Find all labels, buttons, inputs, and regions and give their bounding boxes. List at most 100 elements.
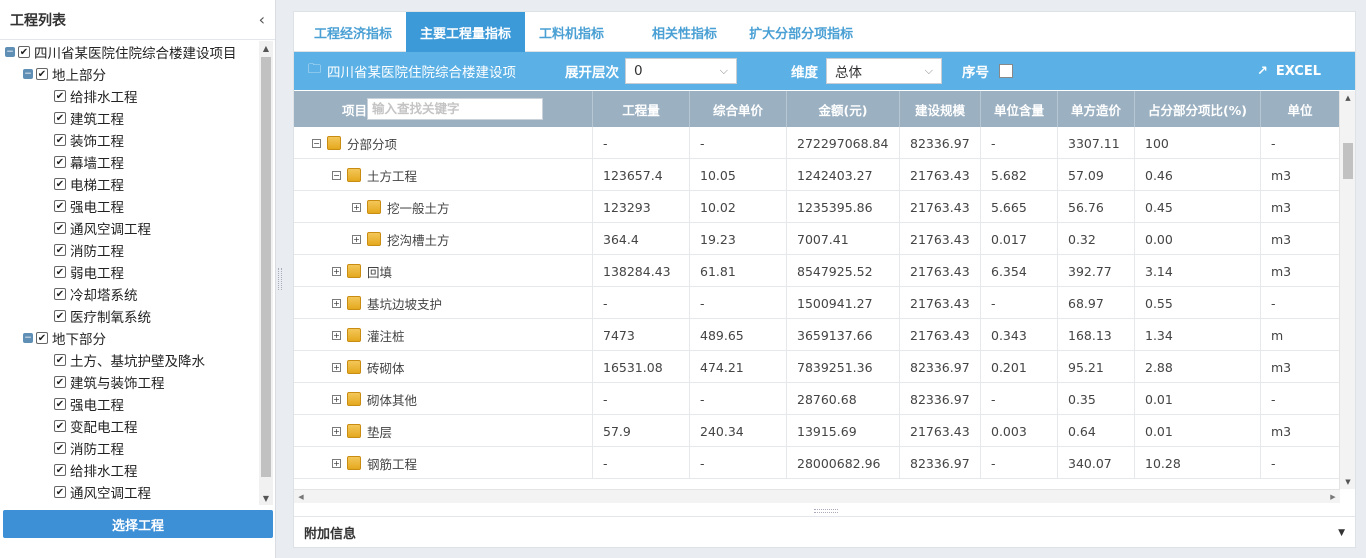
table-row[interactable]: + 垫层 57.9 240.34 13915.69 21763.43 0.003 0.64 0.…	[294, 415, 1340, 447]
column-header[interactable]: 单位	[1261, 91, 1340, 127]
scroll-right-icon[interactable]: ▶	[1326, 490, 1340, 504]
scroll-up-icon[interactable]: ▲	[1340, 91, 1356, 105]
tree-node-checkbox[interactable]: ✔	[54, 200, 66, 212]
expand-row-icon[interactable]: +	[332, 394, 341, 404]
dimension-select[interactable]: 总体 ⌵	[826, 58, 943, 84]
pane-splitter-handle[interactable]	[814, 509, 838, 513]
column-header[interactable]: 单位含量	[981, 91, 1058, 127]
tree-node-checkbox[interactable]: ✔	[36, 68, 48, 80]
expand-row-icon[interactable]: +	[332, 362, 341, 372]
tree-node[interactable]: ✔ 给排水工程	[0, 85, 260, 107]
tree-node[interactable]: ✔ 建筑工程	[0, 107, 260, 129]
scroll-down-icon[interactable]: ▼	[259, 491, 273, 505]
table-row[interactable]: − 分部分项 - -272297068.84 82336.97-3307.11 100-	[294, 127, 1340, 159]
grid-search-input[interactable]	[367, 98, 543, 120]
tree-node[interactable]: ✔ 医疗制氧系统	[0, 305, 260, 327]
collapse-node-icon[interactable]: −	[23, 333, 33, 343]
table-row[interactable]: + 钢筋工程 - -28000682.96 82336.97-340.07 10.28-	[294, 447, 1340, 479]
panel-resize-handle[interactable]	[278, 268, 282, 290]
expand-level-select[interactable]: 0 ⌵	[625, 58, 738, 84]
tree-node-checkbox[interactable]: ✔	[54, 310, 66, 322]
tree-node-checkbox[interactable]: ✔	[54, 354, 66, 366]
scroll-left-icon[interactable]: ◀	[294, 490, 308, 504]
expand-row-icon[interactable]: +	[352, 234, 361, 244]
expand-row-icon[interactable]: +	[332, 458, 341, 468]
tree-node-checkbox[interactable]: ✔	[54, 398, 66, 410]
additional-info-bar[interactable]: 附加信息 ▼	[294, 516, 1355, 548]
tree-node[interactable]: ✔ 装饰工程	[0, 129, 260, 151]
tree-node[interactable]: ✔ 电梯工程	[0, 173, 260, 195]
tree-node[interactable]: − ✔ 地下部分	[0, 327, 260, 349]
tab-3[interactable]: 相关性指标	[638, 12, 735, 52]
collapse-row-icon[interactable]: −	[312, 138, 321, 148]
tab-4[interactable]: 扩大分部分项指标	[735, 12, 867, 52]
tree-node[interactable]: ✔ 强电工程	[0, 393, 260, 415]
export-excel-button[interactable]: ↗ EXCEL	[1257, 52, 1321, 90]
table-row[interactable]: + 砌体其他 - -28760.68 82336.97-0.35 0.01-	[294, 383, 1340, 415]
tree-node-checkbox[interactable]: ✔	[54, 90, 66, 102]
tree-node[interactable]: ✔ 通风空调工程	[0, 481, 260, 503]
scroll-down-icon[interactable]: ▼	[1340, 475, 1356, 489]
tree-node-checkbox[interactable]: ✔	[54, 244, 66, 256]
tree-node[interactable]: ✔ 变配电工程	[0, 415, 260, 437]
collapse-node-icon[interactable]: −	[5, 47, 15, 57]
tree-node-checkbox[interactable]: ✔	[54, 112, 66, 124]
tree-node-checkbox[interactable]: ✔	[54, 420, 66, 432]
tree-node[interactable]: ✔ 建筑与装饰工程	[0, 371, 260, 393]
grid-vertical-scrollbar[interactable]: ▲ ▼	[1339, 91, 1355, 489]
expand-row-icon[interactable]: +	[332, 330, 341, 340]
expand-row-icon[interactable]: +	[332, 266, 341, 276]
tree-node[interactable]: ✔ 强电工程	[0, 195, 260, 217]
grid-horizontal-scrollbar[interactable]: ◀ ▶	[294, 489, 1340, 503]
collapse-row-icon[interactable]: −	[332, 170, 341, 180]
tree-node[interactable]: − ✔ 地上部分	[0, 63, 260, 85]
scroll-up-icon[interactable]: ▲	[259, 41, 273, 55]
column-header[interactable]: 金额(元)	[787, 91, 900, 127]
tree-node[interactable]: ✔ 幕墙工程	[0, 151, 260, 173]
tab-0[interactable]: 工程经济指标	[300, 12, 406, 52]
tab-2[interactable]: 工料机指标	[525, 12, 638, 52]
serial-checkbox[interactable]	[999, 64, 1014, 78]
caret-down-icon[interactable]: ▼	[1338, 528, 1345, 538]
tree-node-checkbox[interactable]: ✔	[54, 464, 66, 476]
table-row[interactable]: + 基坑边坡支护 - -1500941.27 21763.43-68.97 0.55-	[294, 287, 1340, 319]
tree-node[interactable]: ✔ 冷却塔系统	[0, 283, 260, 305]
expand-row-icon[interactable]: +	[352, 202, 361, 212]
table-row[interactable]: + 挖沟槽土方 364.4 19.23 7007.41 21763.43 0.017 0.32…	[294, 223, 1340, 255]
grid-scroll-thumb[interactable]	[1343, 143, 1353, 179]
tree-node[interactable]: ✔ 消防工程	[0, 239, 260, 261]
table-row[interactable]: + 回填 138284.43 61.81 8547925.52 21763.43 6.354…	[294, 255, 1340, 287]
tree-node-checkbox[interactable]: ✔	[54, 134, 66, 146]
column-header[interactable]: 建设规模	[900, 91, 981, 127]
tree-scrollbar[interactable]: ▲ ▼	[259, 41, 273, 505]
collapse-node-icon[interactable]: −	[23, 69, 33, 79]
tree-node[interactable]: ✔ 消防工程	[0, 437, 260, 459]
tree-node-checkbox[interactable]: ✔	[54, 156, 66, 168]
tree-node[interactable]: ✔ 通风空调工程	[0, 217, 260, 239]
tree-node[interactable]: ✔ 弱电工程	[0, 261, 260, 283]
tree-node-checkbox[interactable]: ✔	[54, 266, 66, 278]
tree-node-checkbox[interactable]: ✔	[54, 486, 66, 498]
column-header[interactable]: 占分部分项比(%)	[1135, 91, 1261, 127]
tree-node-checkbox[interactable]: ✔	[54, 376, 66, 388]
tree-node[interactable]: ✔ 给排水工程	[0, 459, 260, 481]
tree-node-checkbox[interactable]: ✔	[54, 222, 66, 234]
collapse-panel-icon[interactable]: ‹	[259, 10, 265, 29]
tree-node-checkbox[interactable]: ✔	[18, 46, 30, 58]
tree-node-checkbox[interactable]: ✔	[54, 178, 66, 190]
tree-node[interactable]: ✔ 土方、基坑护壁及降水	[0, 349, 260, 371]
column-header[interactable]: 综合单价	[690, 91, 787, 127]
tree-node-checkbox[interactable]: ✔	[54, 442, 66, 454]
tree-scroll-thumb[interactable]	[261, 57, 271, 477]
table-row[interactable]: + 挖一般土方 123293 10.02 1235395.86 21763.43 5.665…	[294, 191, 1340, 223]
column-header[interactable]: 单方造价	[1058, 91, 1135, 127]
tab-1[interactable]: 主要工程量指标	[406, 12, 526, 52]
table-row[interactable]: − 土方工程 123657.4 10.05 1242403.27 21763.43 5.68…	[294, 159, 1340, 191]
expand-row-icon[interactable]: +	[332, 426, 341, 436]
column-header[interactable]: 工程量	[593, 91, 690, 127]
tree-node[interactable]: − ✔ 四川省某医院住院综合楼建设项目	[0, 41, 260, 63]
table-row[interactable]: + 砖砌体 16531.08 474.21 7839251.36 82336.97 0.20…	[294, 351, 1340, 383]
tree-node-checkbox[interactable]: ✔	[36, 332, 48, 344]
expand-row-icon[interactable]: +	[332, 298, 341, 308]
select-project-button[interactable]: 选择工程	[3, 510, 273, 538]
